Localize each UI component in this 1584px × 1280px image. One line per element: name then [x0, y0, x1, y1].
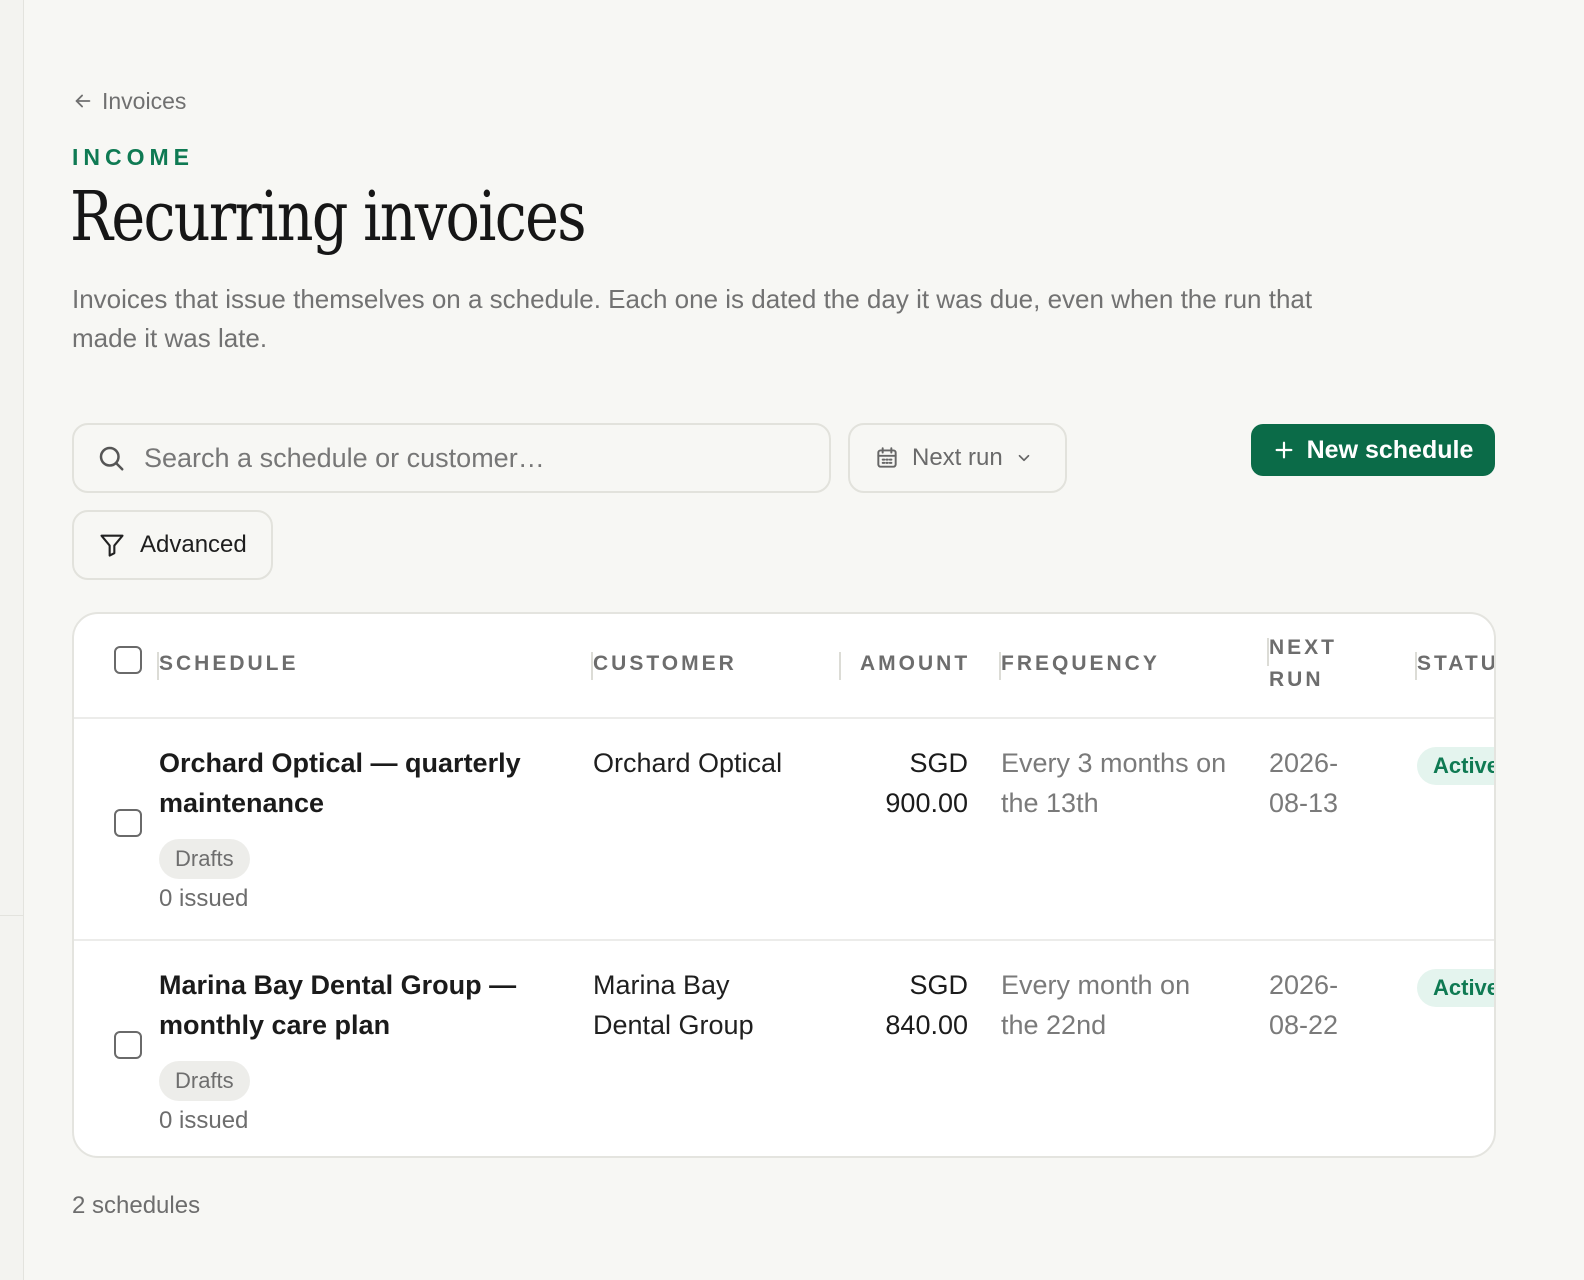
- schedules-table: SCHEDULE CUSTOMER AMOUNT FREQUENCY NEXT …: [72, 612, 1496, 1158]
- advanced-label: Advanced: [140, 531, 247, 558]
- table-row[interactable]: Marina Bay Dental Group — monthly care p…: [74, 939, 1494, 1156]
- plus-icon: [1275, 441, 1293, 459]
- next-run: 2026- 08-13: [1269, 743, 1389, 823]
- advanced-filter-button[interactable]: Advanced: [72, 510, 273, 580]
- search-box[interactable]: [72, 423, 831, 493]
- customer-name: Marina Bay Dental Group: [593, 970, 754, 1040]
- column-header-schedule[interactable]: SCHEDULE: [159, 652, 299, 676]
- next-run-line1: 2026-: [1269, 748, 1339, 778]
- search-icon: [99, 446, 124, 471]
- column-header-customer[interactable]: CUSTOMER: [593, 652, 737, 676]
- column-header-next-run-line1: NEXT: [1269, 636, 1338, 659]
- left-rail: [0, 0, 24, 1280]
- sort-label: Next run: [912, 444, 1003, 471]
- page-description: Invoices that issue themselves on a sche…: [72, 284, 1313, 353]
- schedule-name[interactable]: Marina Bay Dental Group — monthly care p…: [159, 965, 539, 1045]
- row-checkbox[interactable]: [114, 1031, 142, 1059]
- amount: SGD 840.00: [848, 965, 968, 1045]
- column-header-next-run-line2: RUN: [1269, 668, 1324, 691]
- schedule-name[interactable]: Orchard Optical — quarterly maintenance: [159, 743, 539, 823]
- mode-tag: Drafts: [159, 839, 250, 879]
- select-all-checkbox[interactable]: [114, 646, 142, 674]
- calendar-icon: [877, 447, 897, 468]
- rail-divider: [0, 915, 23, 916]
- table-row[interactable]: Orchard Optical — quarterly maintenance …: [74, 719, 1494, 939]
- sort-dropdown[interactable]: Next run: [848, 423, 1067, 493]
- mode-tag: Drafts: [159, 1061, 250, 1101]
- new-schedule-button[interactable]: New schedule: [1251, 424, 1495, 476]
- status-badge: Active: [1417, 969, 1494, 1007]
- amount-currency: SGD: [909, 748, 968, 778]
- next-run: 2026- 08-22: [1269, 965, 1389, 1045]
- amount-value: 840.00: [885, 1010, 968, 1040]
- back-link-label[interactable]: Invoices: [102, 88, 186, 115]
- schedule-count: 2 schedules: [72, 1192, 201, 1219]
- back-link[interactable]: Invoices: [72, 86, 186, 116]
- column-divider: [839, 652, 841, 680]
- next-run-line1: 2026-: [1269, 970, 1339, 1000]
- chevron-down-icon: [1018, 454, 1030, 462]
- next-run-line2: 08-22: [1269, 1010, 1339, 1040]
- filter-icon: [100, 534, 124, 557]
- column-header-frequency[interactable]: FREQUENCY: [1001, 652, 1160, 676]
- search-input[interactable]: [144, 442, 784, 474]
- column-header-status[interactable]: STATUS: [1417, 652, 1494, 676]
- page-title: Recurring invoices: [70, 178, 587, 257]
- frequency: Every month on the 22nd: [1001, 970, 1191, 1040]
- issued-count: 0 issued: [159, 885, 249, 912]
- main-content: Invoices INCOME Recurring invoices Invoi…: [24, 0, 1584, 1280]
- status-badge: Active: [1417, 747, 1494, 785]
- table-header: SCHEDULE CUSTOMER AMOUNT FREQUENCY NEXT …: [74, 614, 1494, 719]
- amount-value: 900.00: [885, 788, 968, 818]
- column-header-next-run[interactable]: NEXT RUN: [1269, 636, 1337, 692]
- amount-currency: SGD: [909, 970, 968, 1000]
- frequency: Every 3 months on the 13th: [1001, 748, 1227, 818]
- customer-name: Orchard Optical: [593, 748, 783, 778]
- row-checkbox[interactable]: [114, 809, 142, 837]
- new-schedule-label: New schedule: [1306, 435, 1474, 464]
- next-run-line2: 08-13: [1269, 788, 1339, 818]
- arrow-left-icon: [75, 94, 91, 108]
- section-eyebrow: INCOME: [72, 144, 194, 170]
- amount: SGD 900.00: [848, 743, 968, 823]
- issued-count: 0 issued: [159, 1107, 249, 1134]
- column-header-amount[interactable]: AMOUNT: [860, 652, 970, 676]
